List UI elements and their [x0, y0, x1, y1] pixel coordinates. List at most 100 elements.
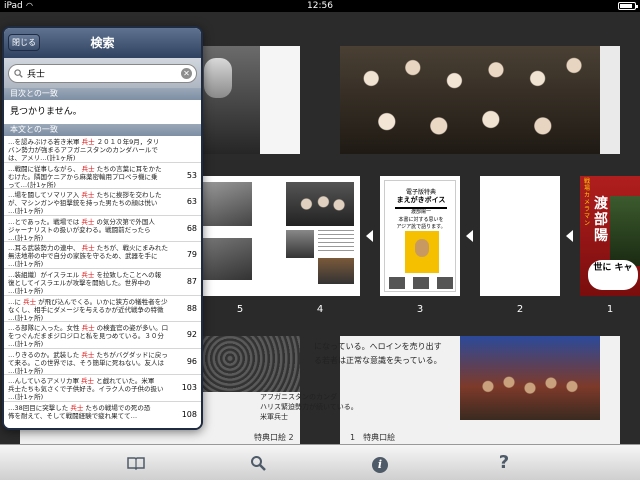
result-keyword: 兵士	[79, 138, 97, 146]
search-result-row[interactable]: …る部隊に入った。女性 兵士 の検査官の姿が多い。口 をつぐんだままジロジロと私を…	[4, 322, 201, 349]
photo-caption: アフガニスタンのカンダ ハリス緊迫勢力が続いている。 米軍兵士	[260, 392, 400, 422]
clear-search-icon[interactable]: ✕	[181, 68, 192, 79]
help-icon[interactable]: ?	[490, 449, 518, 477]
result-text: …場を闘してソマリア入	[8, 191, 80, 200]
result-line: …を認みぶける若き米軍 兵士 ２０１０年9月，タリ	[8, 138, 172, 146]
thumbnail-caption: アジア訛で語ります。	[396, 224, 446, 230]
search-bar: ✕	[4, 58, 201, 88]
thumbnail-page-1[interactable]: 戦場カメラマン 渡部陽 世に キャ	[580, 176, 640, 296]
text-line: になっている。へロインを売り出す	[314, 342, 442, 351]
thumbnail-page-2[interactable]	[480, 176, 560, 296]
result-line: は、アメリ…(計1ヶ所)	[8, 154, 76, 162]
search-result-row[interactable]: …りきるのか。武装した 兵士 たちがバグダッドに戻っ て来る。この世界では、そう簡…	[4, 348, 201, 376]
thumbnail-number: 1	[606, 304, 614, 315]
result-text: …を認みぶける若き米軍	[8, 138, 80, 146]
search-result-row[interactable]: …装組織）がイスラエル 兵士 を拉致したことへの報 復としてイスラエルが攻撃を開始…	[4, 269, 201, 296]
search-field[interactable]: ✕	[8, 64, 197, 83]
close-button[interactable]: 閉じる	[8, 34, 40, 51]
result-line: …装組織）がイスラエル 兵士 を拉致したことへの報	[8, 271, 172, 279]
crowd-photo	[460, 336, 600, 420]
result-line: って…(計1ヶ所)	[8, 180, 56, 189]
result-keyword: 兵士	[68, 404, 86, 412]
thumbnail-image	[389, 277, 405, 289]
info-glyph: i	[372, 457, 388, 473]
result-text: たちに挨拶を交わした	[96, 191, 162, 200]
search-result-row[interactable]: …耳る武装勢力の連中、 兵士 たちが、戦火にまみれた 無法地帯の中で自分の家族を守…	[4, 242, 201, 269]
search-result-row[interactable]: …とであった。戦場では 兵士 の気分次第で外国人 ジャーナリストの扱いが変わる。戦…	[4, 215, 201, 243]
result-snippet: …りきるのか。武装した 兵士 たちがバグダッドに戻っ て来る。この世界では、そう簡…	[8, 351, 172, 375]
thumbnail-cover: 電子版特典 まえがきボイス 渡部陽一 本書に対する思いを アジア訛で語ります。	[384, 180, 456, 292]
thumbnail-text-lines	[318, 230, 354, 254]
result-line: …戦闘に従事しながら、 兵士 たちの言葉に耳をかた	[8, 165, 172, 173]
info-icon[interactable]: i	[366, 449, 394, 477]
result-text: の検査官の姿が多い。口	[96, 324, 169, 333]
thumbnail-image	[286, 230, 314, 258]
result-snippet: …とであった。戦場では 兵士 の気分次第で外国人 ジャーナリストの扱いが変わる。戦…	[8, 218, 172, 242]
result-keyword: 兵士	[79, 191, 97, 200]
search-result-row[interactable]: …を認みぶける若き米軍 兵士 ２０１０年9月，タリ バン勢力が強まるアフガニスタン…	[4, 136, 201, 163]
thumbnail-image	[318, 258, 354, 284]
search-result-row[interactable]: …に 兵士 が飛び込んでくる。いかに狭方の犠牲者を少 なくし、相手にダメージを与え…	[4, 295, 201, 323]
result-snippet: …んしているアメリカ軍 兵士 と戯れていた。米軍 兵士たちも気さくで子供好き。イラ…	[8, 377, 172, 401]
result-snippet: …装組織）がイスラエル 兵士 を拉致したことへの報 復としてイスラエルが攻撃を開始…	[8, 271, 172, 295]
result-line: …とであった。戦場では 兵士 の気分次第で外国人	[8, 218, 172, 226]
result-line: をつぐんだままジロジロと私を見つめている。３０分	[8, 332, 164, 341]
search-result-row[interactable]: …んしているアメリカ軍 兵士 と戯れていた。米軍 兵士たちも気さくで子供好き。イラ…	[4, 375, 201, 402]
result-text: …装組織）がイスラエル	[8, 271, 80, 279]
clock: 12:56	[307, 1, 333, 11]
search-result-row[interactable]: …場を闘してソマリア入 兵士 たちに挨拶を交わした が、マシンガンや狙撃銃を持った…	[4, 189, 201, 216]
search-result-row[interactable]: …戦闘に従事しながら、 兵士 たちの言葉に耳をかた むけた。隣国ケニアから麻薬密輸…	[4, 162, 201, 190]
arrow-left-icon	[266, 230, 273, 242]
battery-icon	[618, 2, 638, 10]
result-keyword: 兵士	[21, 297, 39, 306]
result-line: …(計1ヶ所)	[8, 340, 44, 349]
page-footer-left: 特典口絵 2	[254, 433, 294, 442]
search-input[interactable]	[27, 66, 177, 81]
result-line: …(計1ヶ所)	[8, 393, 44, 402]
ipad-screen: iPad ◠ 12:56 になっている。へロインを売り出す る若者は正常な意識を…	[0, 0, 640, 480]
cover-photo	[610, 196, 640, 266]
result-page-number: 63	[186, 197, 197, 207]
result-text: を拉致したことへの報	[96, 271, 162, 279]
page-body-text: になっている。へロインを売り出す る若者は正常な意識を失っている。	[314, 340, 464, 368]
result-line: むけた。隣国ケニアから麻薬密輸用プロペラ機に乗	[8, 172, 158, 181]
search-icon[interactable]	[244, 449, 272, 477]
result-line: 怖を耐えて、そして戦闘経験で疲れ果てて…	[8, 412, 138, 420]
thumbnail-image	[200, 238, 252, 280]
toc-no-results: 見つかりません。	[4, 100, 201, 124]
result-page-number: 103	[181, 383, 197, 393]
result-text: ２０１０年9月，タリ	[96, 138, 160, 146]
thumbnail-page-4[interactable]	[280, 176, 360, 296]
search-results-list[interactable]: …を認みぶける若き米軍 兵士 ２０１０年9月，タリ バン勢力が強まるアフガニスタン…	[4, 136, 201, 428]
text-line: る若者は正常な意識を失っている。	[314, 356, 442, 365]
result-line: ジャーナリストの扱いが変わる。戦闘前だったら	[8, 225, 151, 234]
result-line: …に 兵士 が飛び込んでくる。いかに狭方の犠牲者を少	[8, 298, 172, 306]
search-result-row[interactable]: …38回目に突撃した 兵士 たちの戦場での死の恐 怖を耐えて、そして戦闘経験で疲れ…	[4, 402, 201, 428]
result-text: が飛び込んでくる。いかに狭方の犠牲者を少	[38, 297, 168, 306]
page-thumbnail-strip[interactable]: 5 4 電子版特典 まえがきボイス 渡部陽一 本書に対する思いを アジア訛で語り…	[200, 160, 640, 330]
book-icon[interactable]	[122, 449, 150, 477]
result-text: …りきるのか。武装した	[8, 350, 80, 359]
result-snippet: …場を闘してソマリア入 兵士 たちに挨拶を交わした が、マシンガンや狙撃銃を持った…	[8, 191, 172, 215]
children-classroom-photo	[340, 46, 600, 154]
result-line: …(計1ヶ所)	[8, 313, 44, 322]
caption-line: 米軍兵士	[260, 413, 288, 421]
cover-author-name: 渡部陽	[594, 196, 608, 244]
body-match-header: 本文との一致	[4, 124, 201, 136]
result-line: …38回目に突撃した 兵士 たちの戦場での死の恐	[8, 404, 172, 412]
thumbnail-page-3[interactable]: 電子版特典 まえがきボイス 渡部陽一 本書に対する思いを アジア訛で語ります。	[380, 176, 460, 296]
result-keyword: 兵士	[79, 164, 97, 173]
result-line: バン勢力が強まるアフガニスタンのカンダハールで	[8, 146, 158, 154]
terrain-photo	[200, 336, 300, 392]
result-page-number: 68	[186, 223, 197, 233]
popover-header: 検索 閉じる	[4, 28, 201, 58]
thumbnail-image	[437, 277, 453, 289]
result-line: なくし、相手にダメージを与えるかが近代戦争の特徴	[8, 305, 164, 314]
thumbnail-number: 2	[516, 304, 524, 315]
thumbnail-caption: 本書に対する思いを	[398, 217, 444, 223]
bottom-toolbar: i ?	[0, 444, 640, 480]
result-line: …場を闘してソマリア入 兵士 たちに挨拶を交わした	[8, 191, 172, 199]
thumbnail-title: まえがきボイス	[396, 196, 446, 204]
result-line: …(計1ヶ所)	[8, 287, 44, 295]
result-snippet: …に 兵士 が飛び込んでくる。いかに狭方の犠牲者を少 なくし、相手にダメージを与え…	[8, 298, 172, 322]
